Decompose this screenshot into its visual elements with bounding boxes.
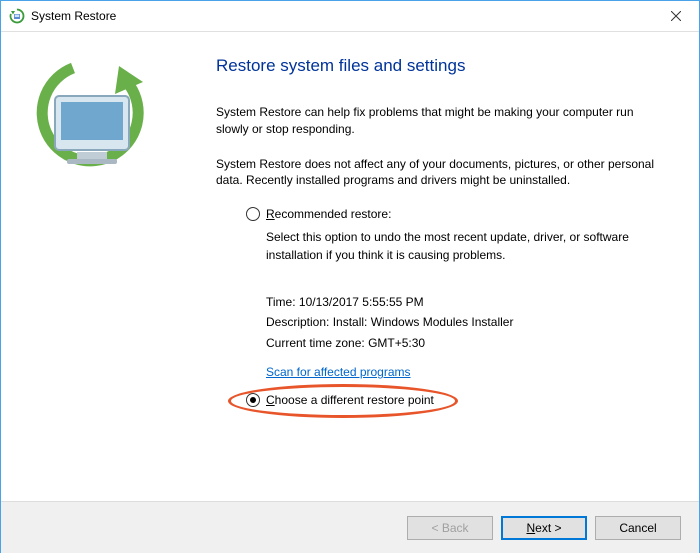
system-restore-icon [9,8,25,24]
info-time: Time: 10/13/2017 5:55:55 PM [266,292,659,312]
radio-icon [246,393,260,407]
radio-choose-different[interactable]: Choose a different restore point [246,393,659,407]
scan-affected-programs-link[interactable]: Scan for affected programs [266,365,411,379]
page-heading: Restore system files and settings [216,56,659,76]
close-button[interactable] [653,1,699,32]
radio-choose-label: Choose a different restore point [266,393,434,407]
close-icon [671,11,681,21]
back-button: < Back [407,516,493,540]
intro-paragraph-1: System Restore can help fix problems tha… [216,104,659,138]
dialog-body: Restore system files and settings System… [1,32,699,501]
intro-paragraph-2: System Restore does not affect any of yo… [216,156,659,190]
restore-point-info: Time: 10/13/2017 5:55:55 PM Description:… [266,292,659,353]
restore-options: Recommended restore: Select this option … [246,207,659,407]
cancel-button[interactable]: Cancel [595,516,681,540]
radio-recommended-label: Recommended restore: [266,207,391,221]
content-area: Restore system files and settings System… [176,32,699,501]
info-description: Description: Install: Windows Modules In… [266,312,659,332]
sidebar [1,32,176,501]
recommended-description: Select this option to undo the most rece… [266,229,659,264]
titlebar: System Restore [1,1,699,32]
radio-icon [246,207,260,221]
button-bar: < Back Next > Cancel [1,501,699,553]
info-timezone: Current time zone: GMT+5:30 [266,333,659,353]
radio-recommended-restore[interactable]: Recommended restore: [246,207,659,221]
next-button[interactable]: Next > [501,516,587,540]
window-title: System Restore [31,9,653,23]
system-restore-hero-icon [15,46,165,196]
